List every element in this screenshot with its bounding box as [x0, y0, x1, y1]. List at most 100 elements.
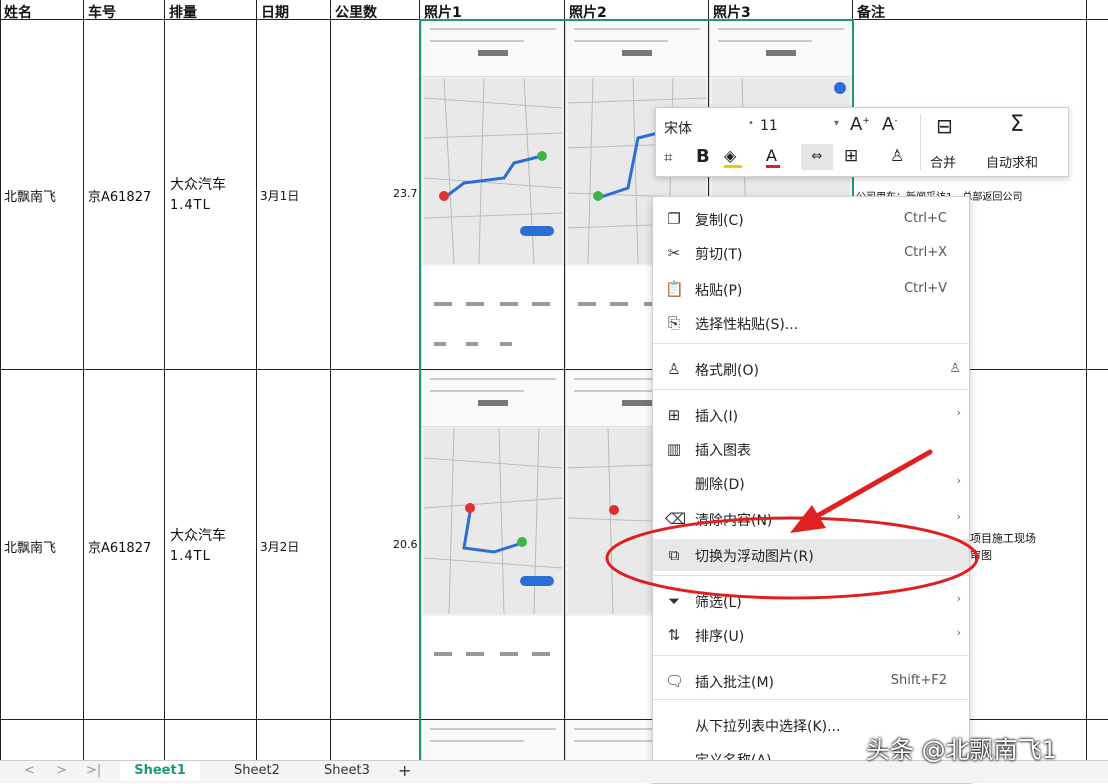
eraser-icon: ⌫ [665, 510, 687, 528]
sort-icon: ⇅ [667, 626, 681, 644]
add-sheet-icon[interactable]: + [398, 761, 411, 780]
sigma-icon[interactable]: Σ [1010, 112, 1024, 137]
align-icon[interactable]: ⇔ [801, 144, 833, 170]
border-icon[interactable]: ⊞ [844, 146, 858, 166]
cell-name[interactable]: 北飘南飞 [4, 537, 56, 556]
cell-displacement-line1[interactable]: 大众汽车 [170, 174, 226, 194]
menu-item[interactable]: ⇅ 排序(U) › [653, 619, 969, 651]
autosum-button[interactable]: 自动求和 [986, 152, 1038, 171]
menu-item[interactable]: ⧉ 切换为浮动图片(R) [653, 539, 969, 571]
menu-item[interactable]: 删除(D) › [653, 467, 969, 499]
mini-toolbar: 宋体 • 11 ▾ A+ A- ⌗ B ◈ A ⇔ ⊞ ♙ ⊟ 合并 Σ 自动求… [655, 107, 1069, 177]
tab-sheet2[interactable]: Sheet2 [234, 763, 280, 778]
menu-item-label: 插入图表 [695, 443, 751, 459]
menu-item-label: 选择性粘贴(S)... [695, 317, 799, 333]
cell-date[interactable]: 3月1日 [260, 187, 299, 204]
menu-item[interactable]: ❐ 复制(C) Ctrl+C [653, 203, 969, 235]
font-name-dropdown-icon[interactable]: • [748, 118, 754, 129]
cell-plate[interactable]: 京A61827 [88, 186, 151, 205]
menu-item[interactable]: ⏷ 筛选(L) › [653, 585, 969, 617]
menu-item[interactable]: ⌫ 清除内容(N) › [653, 503, 969, 535]
format-cells-icon[interactable]: ⌗ [664, 148, 672, 166]
tab-sheet3[interactable]: Sheet3 [324, 763, 370, 778]
header-displacement[interactable]: 排量 [169, 2, 197, 22]
menu-item-label: 插入(I) [695, 409, 739, 425]
cell-plate[interactable]: 京A61827 [88, 537, 151, 556]
cell-displacement-line2[interactable]: 1.4TL [170, 549, 211, 564]
tab-sheet1[interactable]: Sheet1 [120, 761, 200, 781]
grid-line [419, 0, 420, 760]
menu-item-shortcut: Shift+F2 [890, 673, 947, 688]
submenu-arrow-icon: › [956, 474, 961, 487]
menu-item-shortcut: Ctrl+X [904, 245, 947, 260]
watermark: 头条 @北飘南飞1 [866, 736, 1057, 764]
cell-name[interactable]: 北飘南飞 [4, 186, 56, 205]
header-name[interactable]: 姓名 [4, 2, 32, 22]
menu-item-shortcut: Ctrl+C [903, 211, 947, 226]
merge-button[interactable]: 合并 [930, 152, 956, 171]
grid-line [330, 0, 331, 760]
menu-separator [653, 575, 969, 576]
submenu-arrow-icon: › [956, 592, 961, 605]
font-color-icon[interactable]: A [766, 146, 780, 168]
insert-icon: ⊞ [667, 406, 681, 424]
menu-item[interactable]: ⎘ 选择性粘贴(S)... [653, 307, 969, 339]
menu-item-label: 从下拉列表中选择(K)... [695, 719, 841, 735]
cell-displacement-line2[interactable]: 1.4TL [170, 198, 211, 213]
menu-item-label: 删除(D) [695, 477, 745, 493]
prev-sheet-icon[interactable]: < [24, 763, 35, 778]
menu-item[interactable]: ▥ 插入图表 [653, 433, 969, 465]
grid-line [0, 0, 1, 760]
header-plate[interactable]: 车号 [88, 2, 116, 22]
menu-item-label: 插入批注(M) [695, 675, 775, 691]
cell-note-line1[interactable]: 项目施工现场 [970, 530, 1036, 546]
header-km[interactable]: 公里数 [335, 2, 377, 22]
cell-km[interactable]: 20.6 [393, 538, 418, 551]
last-sheet-icon[interactable]: >| [86, 763, 101, 778]
menu-separator [653, 655, 969, 656]
menu-item[interactable]: 🗨 插入批注(M) Shift+F2 [653, 665, 969, 697]
route-screenshot-image[interactable] [421, 20, 564, 368]
cell-km[interactable]: 23.7 [393, 187, 418, 200]
header-photo3[interactable]: 照片3 [713, 2, 751, 22]
menu-item[interactable]: ♙ 格式刷(O) ♙ [653, 353, 969, 385]
cell-date[interactable]: 3月2日 [260, 538, 299, 555]
font-size-dropdown-icon[interactable]: ▾ [834, 118, 839, 129]
clear-format-icon[interactable]: ♙ [890, 146, 904, 165]
header-note[interactable]: 备注 [857, 2, 885, 22]
cell-displacement-line1[interactable]: 大众汽车 [170, 525, 226, 545]
grid-line [256, 0, 257, 760]
copy-icon: ❐ [667, 210, 681, 228]
route-screenshot-image[interactable] [421, 720, 564, 760]
font-name-select[interactable]: 宋体 [664, 118, 754, 138]
chart-icon: ▥ [666, 440, 682, 458]
map-image [424, 78, 562, 264]
filter-icon: ⏷ [667, 592, 680, 610]
menu-item-label: 清除内容(N) [695, 513, 773, 529]
header-photo2[interactable]: 照片2 [569, 2, 607, 22]
menu-separator [653, 389, 969, 390]
format-painter-icon: ♙ [667, 360, 681, 378]
menu-item-label: 排序(U) [695, 629, 745, 645]
menu-item[interactable]: ⊞ 插入(I) › [653, 399, 969, 431]
header-photo1[interactable]: 照片1 [424, 2, 462, 22]
menu-item-label: 格式刷(O) [695, 363, 759, 379]
decrease-font-icon[interactable]: A- [882, 114, 898, 135]
format-painter-pin-icon[interactable]: ♙ [949, 361, 961, 376]
menu-item[interactable]: ✂ 剪切(T) Ctrl+X [653, 237, 969, 269]
fill-color-icon[interactable]: ◈ [724, 146, 742, 168]
header-date[interactable]: 日期 [261, 2, 289, 22]
grid-line [1086, 0, 1087, 760]
menu-item[interactable]: 📋 粘贴(P) Ctrl+V [653, 273, 969, 305]
merge-icon[interactable]: ⊟ [936, 114, 953, 138]
menu-item-label: 粘贴(P) [695, 283, 743, 299]
cell-note-line2[interactable]: 审图 [970, 547, 992, 563]
float-image-icon: ⧉ [668, 546, 680, 564]
font-size-select[interactable]: 11 [760, 118, 830, 134]
route-screenshot-image[interactable] [421, 370, 564, 718]
next-sheet-icon[interactable]: > [56, 763, 67, 778]
menu-item-label: 筛选(L) [695, 595, 742, 611]
increase-font-icon[interactable]: A+ [850, 114, 870, 135]
bold-icon[interactable]: B [696, 146, 710, 167]
menu-item-label: 剪切(T) [695, 247, 743, 263]
